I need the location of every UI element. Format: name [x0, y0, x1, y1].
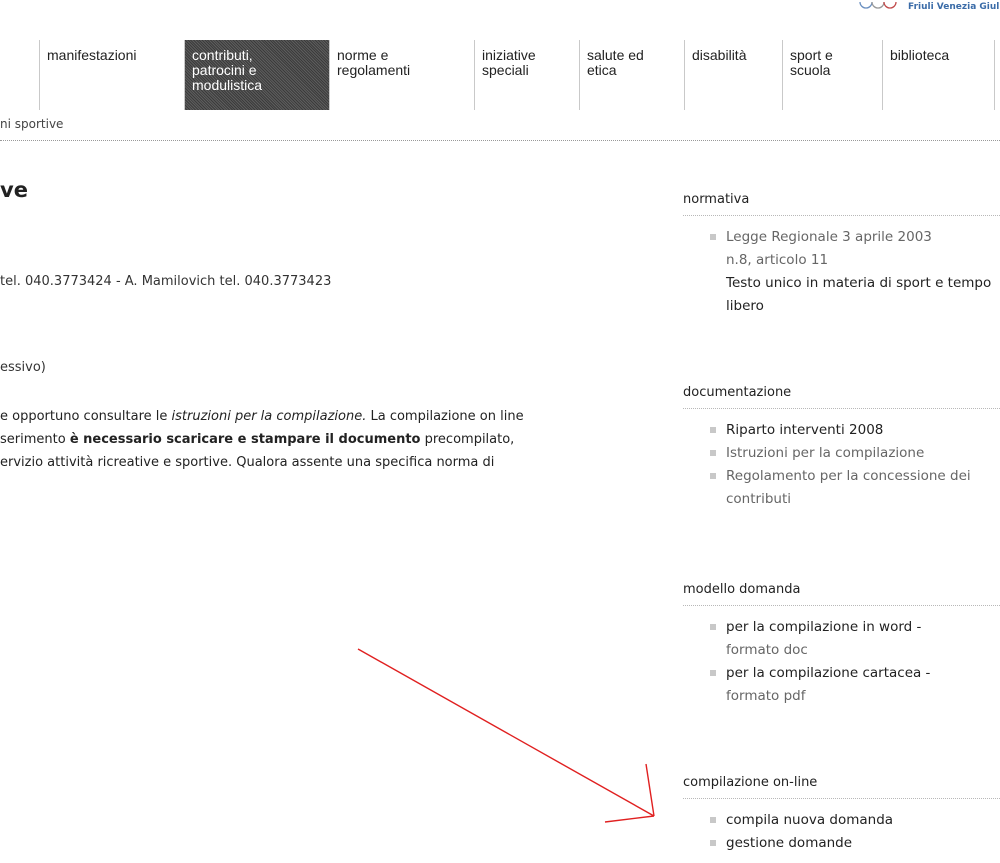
arrow-head-lower: [604, 815, 655, 823]
arrow-shaft: [357, 648, 655, 817]
red-arrow-annotation: [357, 648, 655, 823]
arrow-head-upper: [645, 763, 655, 817]
